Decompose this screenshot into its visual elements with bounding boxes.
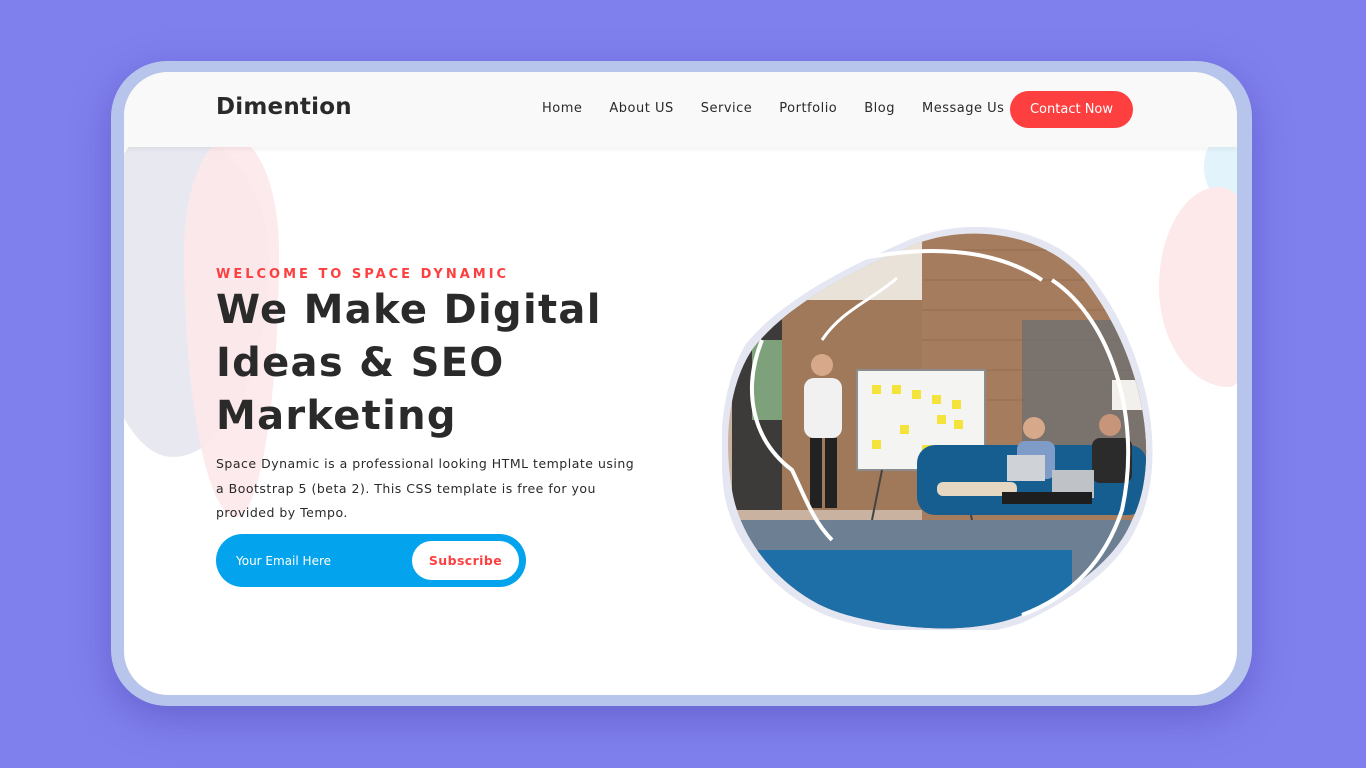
subscribe-button[interactable]: Subscribe: [412, 541, 519, 580]
contact-now-button[interactable]: Contact Now: [1010, 91, 1133, 128]
email-input[interactable]: [234, 550, 408, 572]
main-nav: Home About US Service Portfolio Blog Mes…: [542, 101, 1031, 116]
hero-headline: We Make Digital Ideas & SEO Marketing: [216, 287, 602, 439]
subscribe-form: Subscribe: [216, 534, 526, 587]
site-header: Dimention Home About US Service Portfoli…: [124, 72, 1237, 147]
nav-item-service[interactable]: Service: [701, 101, 753, 116]
decorative-blob: [1159, 187, 1237, 387]
nav-item-about[interactable]: About US: [609, 101, 673, 116]
site-logo[interactable]: Dimention: [216, 94, 352, 120]
nav-item-message[interactable]: Message Us: [922, 101, 1004, 116]
hero-eyebrow: WELCOME TO SPACE DYNAMIC: [216, 267, 510, 282]
browser-viewport: Dimention Home About US Service Portfoli…: [124, 72, 1237, 695]
device-frame: Dimention Home About US Service Portfoli…: [111, 61, 1252, 706]
nav-item-home[interactable]: Home: [542, 101, 582, 116]
team-meeting-photo-icon: [722, 226, 1153, 630]
nav-item-blog[interactable]: Blog: [864, 101, 895, 116]
nav-item-portfolio[interactable]: Portfolio: [779, 101, 837, 116]
hero-description: Space Dynamic is a professional looking …: [216, 456, 635, 520]
